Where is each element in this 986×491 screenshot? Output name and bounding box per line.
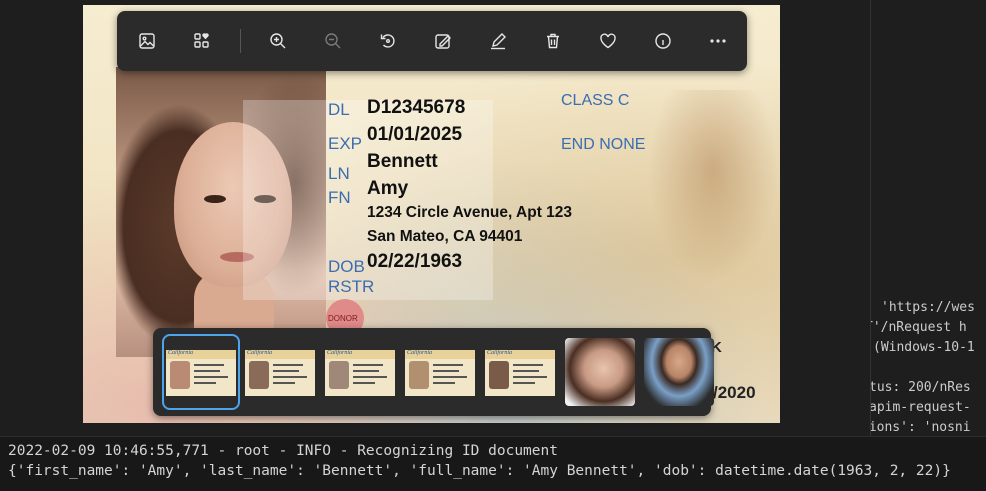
dob-label: DOB — [328, 257, 365, 276]
more-icon[interactable] — [703, 26, 733, 56]
thumbnail[interactable]: California — [405, 338, 475, 406]
output-line: T'/nRequest h — [871, 320, 967, 335]
dob-value: 02/22/1963 — [367, 251, 463, 272]
edit-image-icon[interactable] — [428, 26, 458, 56]
endorsement-field: END NONE — [561, 136, 646, 153]
toolbar-separator — [240, 29, 241, 53]
terminal-output-line: {'first_name': 'Amy', 'last_name': 'Benn… — [8, 463, 951, 479]
viewer-toolbar — [117, 11, 747, 71]
heart-icon[interactable] — [593, 26, 623, 56]
output-line: apim-request- — [871, 400, 971, 415]
exp-date: 01/01/2025 — [367, 124, 463, 145]
terminal-log-line: 2022-02-09 10:46:55,771 - root - INFO - … — [8, 443, 558, 459]
exp-label: EXP — [328, 134, 363, 153]
zoom-out-icon[interactable] — [318, 26, 348, 56]
fn-label: FN — [328, 188, 351, 207]
info-icon[interactable] — [648, 26, 678, 56]
card-watermark — [643, 90, 780, 290]
filmstrip: California California California California… — [153, 328, 714, 416]
thumbnail[interactable]: California — [325, 338, 395, 406]
ln-label: LN — [328, 164, 350, 183]
output-panel: 'https://wes T'/nRequest h (Windows-10-1… — [871, 0, 986, 436]
last-name: Bennett — [367, 151, 438, 172]
terminal-panel: 2022-02-09 10:46:55,771 - root - INFO - … — [0, 436, 986, 491]
zoom-in-icon[interactable] — [263, 26, 293, 56]
thumbnail[interactable]: California — [162, 334, 240, 410]
output-line: tus: 200/nRes — [871, 380, 971, 395]
first-name: Amy — [367, 178, 409, 199]
add-to-album-icon[interactable] — [187, 26, 217, 56]
image-icon[interactable] — [132, 26, 162, 56]
class-field: CLASS C — [561, 92, 630, 109]
card-date-fragment: /2020 — [713, 383, 756, 402]
dl-label: DL — [328, 100, 350, 119]
output-line: 'https://wes — [881, 300, 975, 315]
dl-number: D12345678 — [367, 97, 466, 118]
rstr-label: RSTR — [328, 277, 375, 296]
delete-icon[interactable] — [538, 26, 568, 56]
thumbnail[interactable] — [644, 338, 714, 406]
thumbnail[interactable]: California — [485, 338, 555, 406]
draw-icon[interactable] — [483, 26, 513, 56]
thumbnail[interactable]: California — [245, 338, 315, 406]
rotate-icon[interactable] — [373, 26, 403, 56]
donor-label: DONOR — [328, 314, 358, 323]
thumbnail[interactable] — [565, 338, 635, 406]
output-line: tions': 'nosni — [871, 420, 971, 435]
address-line-1: 1234 Circle Avenue, Apt 123 — [367, 204, 573, 221]
address-line-2: San Mateo, CA 94401 — [367, 228, 523, 245]
output-line: (Windows-10-1 — [873, 340, 975, 355]
